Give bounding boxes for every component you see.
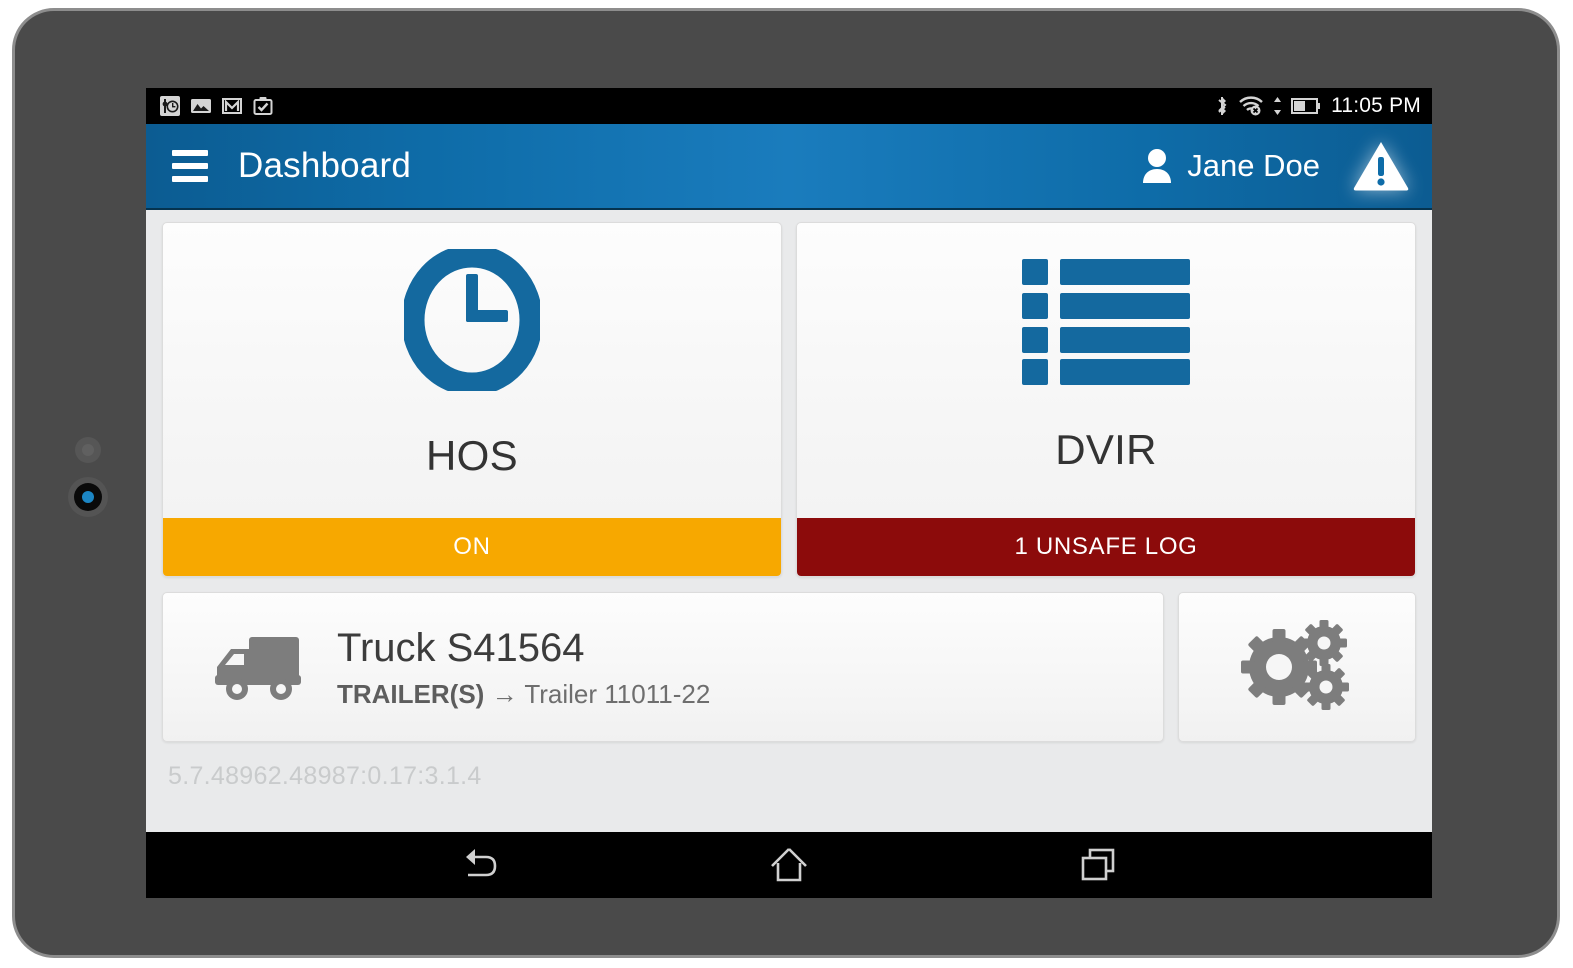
hamburger-menu-icon[interactable]	[172, 145, 214, 187]
warning-triangle-icon[interactable]	[1352, 138, 1410, 194]
trailer-label: TRAILER(S)	[337, 678, 485, 709]
settings-clock-icon	[160, 96, 180, 116]
back-button[interactable]	[445, 839, 515, 891]
vehicle-text-block: Truck S41564 TRAILER(S) → Trailer 11011-…	[337, 625, 710, 710]
android-status-bar: 11:05 PM	[146, 88, 1432, 124]
tile-dvir[interactable]: DVIR 1 UNSAFE LOG	[796, 222, 1416, 577]
page-title: Dashboard	[238, 146, 412, 185]
truck-icon	[203, 631, 315, 703]
ambient-light-sensor-icon	[75, 437, 101, 463]
tile-row-top: HOS ON DVIR 1 UNSAFE LOG	[162, 222, 1416, 577]
vehicle-trailer-line: TRAILER(S) → Trailer 11011-22	[337, 679, 710, 710]
recent-apps-button[interactable]	[1063, 839, 1133, 891]
vehicle-name-label: Truck S41564	[337, 625, 585, 670]
status-bar-clock: 11:05 PM	[1331, 94, 1421, 117]
gmail-icon	[222, 98, 242, 114]
app-header-bar: Dashboard Jane Doe	[146, 124, 1432, 210]
clipboard-check-icon	[253, 97, 273, 115]
tile-dvir-body: DVIR	[797, 223, 1415, 518]
battery-icon	[1291, 98, 1321, 114]
bluetooth-icon	[1218, 97, 1227, 115]
settings-card[interactable]	[1178, 592, 1416, 742]
tile-hos[interactable]: HOS ON	[162, 222, 782, 577]
list-icon	[1022, 255, 1190, 390]
person-avatar-icon	[1143, 149, 1172, 183]
android-nav-bar	[146, 832, 1432, 898]
user-account-button[interactable]: Jane Doe	[1140, 147, 1320, 185]
home-button[interactable]	[754, 839, 824, 891]
tablet-device-frame: 11:05 PM Dashboard Jane Doe HOS ON DVIR …	[12, 8, 1560, 958]
photo-image-icon	[191, 99, 211, 113]
front-camera-icon	[68, 477, 108, 517]
tile-hos-label: HOS	[426, 432, 518, 479]
app-version-label: 5.7.48962.48987:0.17:3.1.4	[168, 762, 482, 790]
status-notifications	[159, 95, 274, 117]
tablet-screen: 11:05 PM Dashboard Jane Doe HOS ON DVIR …	[146, 88, 1432, 898]
tile-dvir-status[interactable]: 1 UNSAFE LOG	[797, 518, 1415, 576]
dashboard-content: HOS ON DVIR 1 UNSAFE LOG Truck S41564 TR…	[146, 210, 1432, 832]
vehicle-card[interactable]: Truck S41564 TRAILER(S) → Trailer 11011-…	[162, 592, 1164, 742]
tile-row-bottom: Truck S41564 TRAILER(S) → Trailer 11011-…	[162, 592, 1416, 742]
trailer-arrow-icon: →	[491, 678, 518, 709]
data-transfer-arrows-icon	[1274, 97, 1282, 115]
tile-hos-status[interactable]: ON	[163, 518, 781, 576]
gears-icon	[1241, 617, 1353, 718]
user-name-label: Jane Doe	[1187, 148, 1320, 183]
tile-hos-body: HOS	[163, 223, 781, 518]
tile-dvir-label: DVIR	[1055, 426, 1157, 473]
trailer-value: Trailer 11011-22	[524, 678, 711, 709]
clock-icon	[401, 244, 543, 396]
wifi-disconnected-icon	[1239, 96, 1263, 116]
status-indicators: 11:05 PM	[1214, 94, 1421, 118]
